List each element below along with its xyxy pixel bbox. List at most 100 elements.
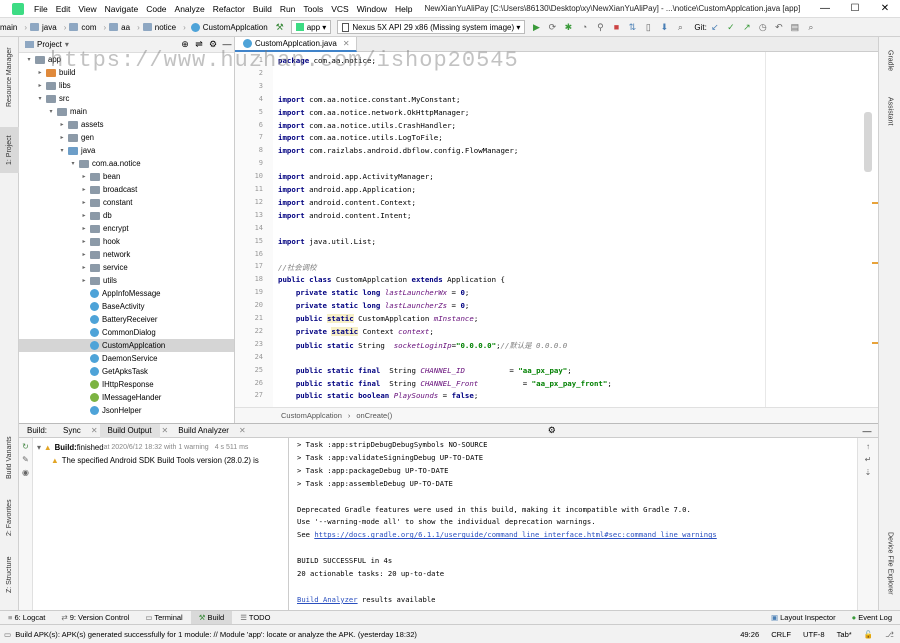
warning-marker[interactable]: [872, 202, 878, 204]
git-branch-icon[interactable]: ⎇: [879, 630, 900, 639]
tree-item[interactable]: ▸ utils: [19, 274, 234, 287]
breadcrumb-class[interactable]: CustomApplcation: [281, 411, 342, 420]
tree-item[interactable]: IHttpResponse: [19, 378, 234, 391]
tab-assistant[interactable]: Assistant: [881, 87, 899, 135]
tree-item[interactable]: ▸ hook: [19, 235, 234, 248]
tab-structure[interactable]: Z: Structure: [0, 549, 19, 601]
tab-project[interactable]: 1: Project: [0, 127, 19, 173]
chevron-down-icon[interactable]: ▾: [25, 56, 33, 63]
avd-manager-icon[interactable]: ▯: [642, 21, 654, 33]
history-icon[interactable]: ◷: [757, 21, 769, 33]
menu-view[interactable]: View: [74, 4, 100, 14]
chevron-right-icon[interactable]: ▸: [80, 238, 88, 245]
chevron-right-icon[interactable]: ▸: [80, 186, 88, 193]
tree-item[interactable]: ▾ src: [19, 92, 234, 105]
tree-item[interactable]: ▸ service: [19, 261, 234, 274]
tab-sync[interactable]: Sync: [55, 424, 89, 438]
tree-item[interactable]: AppInfoMessage: [19, 287, 234, 300]
gear-icon[interactable]: ⚙: [541, 425, 563, 436]
chevron-down-icon[interactable]: ▾: [58, 147, 66, 154]
collapse-all-icon[interactable]: ⇌: [192, 39, 206, 50]
sync-icon[interactable]: ⇅: [626, 21, 638, 33]
tab-favorites[interactable]: 2: Favorites: [0, 493, 19, 543]
menu-analyze[interactable]: Analyze: [171, 4, 209, 14]
chevron-right-icon[interactable]: ▸: [80, 264, 88, 271]
chevron-right-icon[interactable]: ▸: [80, 212, 88, 219]
tab-device-file-explorer[interactable]: Device File Explorer: [881, 523, 899, 603]
tab-terminal[interactable]: ▭ Terminal: [137, 611, 190, 625]
warning-marker[interactable]: [872, 342, 878, 344]
status-message[interactable]: Build APK(s): APK(s) generated successfu…: [15, 630, 417, 639]
tree-item[interactable]: BaseActivity: [19, 300, 234, 313]
tree-item[interactable]: ▸ constant: [19, 196, 234, 209]
tree-item[interactable]: ▸ libs: [19, 79, 234, 92]
nav-crumb-main[interactable]: main: [0, 23, 17, 32]
git-commit-icon[interactable]: ✓: [725, 21, 737, 33]
tree-item[interactable]: ▸ assets: [19, 118, 234, 131]
tab-build-output[interactable]: Build Output: [99, 423, 160, 438]
menu-refactor[interactable]: Refactor: [209, 4, 249, 14]
pin-icon[interactable]: ✎: [19, 455, 32, 464]
tab-event-log[interactable]: ● Event Log: [844, 611, 900, 625]
tree-item[interactable]: ▾ java: [19, 144, 234, 157]
tree-item[interactable]: BatteryReceiver: [19, 313, 234, 326]
tree-item[interactable]: CommonDialog: [19, 326, 234, 339]
chevron-down-icon[interactable]: ▾: [65, 40, 69, 49]
sdk-manager-icon[interactable]: ⬇: [658, 21, 670, 33]
chevron-right-icon[interactable]: ▸: [58, 134, 66, 141]
scroll-end-icon[interactable]: ⇣: [858, 468, 878, 477]
hide-icon[interactable]: —: [220, 39, 234, 50]
nav-crumb-com[interactable]: com: [69, 23, 97, 32]
chevron-down-icon[interactable]: ▾: [47, 108, 55, 115]
tab-logcat[interactable]: ≡ 6: Logcat: [0, 611, 53, 625]
nav-crumb-aa[interactable]: aa: [109, 23, 130, 32]
chevron-right-icon[interactable]: ▸: [80, 277, 88, 284]
tree-item[interactable]: ▸ db: [19, 209, 234, 222]
stop-icon[interactable]: ■: [610, 21, 622, 33]
nav-crumb-notice[interactable]: notice: [142, 23, 176, 32]
project-view-select[interactable]: Project: [37, 40, 62, 49]
menu-navigate[interactable]: Navigate: [101, 4, 143, 14]
tab-resource-manager[interactable]: Resource Manager: [0, 41, 19, 113]
close-icon[interactable]: ✕: [343, 39, 350, 48]
chevron-down-icon[interactable]: ▾: [69, 160, 77, 167]
menu-tools[interactable]: Tools: [299, 4, 327, 14]
chevron-right-icon[interactable]: ▸: [80, 199, 88, 206]
warning-marker[interactable]: [872, 262, 878, 264]
device-select[interactable]: Nexus 5X API 29 x86 (Missing system imag…: [337, 20, 526, 34]
nav-crumb-class[interactable]: CustomApplcation: [189, 22, 268, 32]
hammer-icon[interactable]: ⚒: [274, 21, 286, 33]
tab-version-control[interactable]: ⇄ 9: Version Control: [53, 611, 137, 625]
search-everywhere-icon[interactable]: ⌕: [805, 21, 817, 33]
apply-changes-icon[interactable]: ⟳: [546, 21, 558, 33]
chevron-right-icon[interactable]: ▸: [36, 69, 44, 76]
editor-scrollbar[interactable]: [860, 52, 878, 407]
build-result-row[interactable]: ▾ ▲ Build: finished at 2020/6/12 18:32 w…: [37, 441, 248, 454]
tree-item[interactable]: ▾ com.aa.notice: [19, 157, 234, 170]
run-config-select[interactable]: app ▾: [290, 20, 332, 34]
tree-item[interactable]: DaemonService: [19, 352, 234, 365]
menu-vcs[interactable]: VCS: [327, 4, 352, 14]
profile-icon[interactable]: ◔: [578, 21, 590, 33]
close-button[interactable]: ✕: [870, 0, 900, 17]
tree-item[interactable]: ▸ gen: [19, 131, 234, 144]
eye-icon[interactable]: ◉: [19, 468, 32, 477]
layout-icon[interactable]: ▤: [789, 21, 801, 33]
tab-todo[interactable]: ☰ TODO: [232, 611, 278, 625]
line-separator[interactable]: CRLF: [765, 630, 797, 639]
menu-help[interactable]: Help: [391, 4, 416, 14]
close-icon[interactable]: ✕: [160, 424, 171, 438]
git-push-icon[interactable]: ↗: [741, 21, 753, 33]
tree-item[interactable]: JsonHelper: [19, 404, 234, 417]
revert-icon[interactable]: ↶: [773, 21, 785, 33]
git-update-icon[interactable]: ↙: [709, 21, 721, 33]
close-icon[interactable]: ✕: [89, 424, 100, 438]
hide-icon[interactable]: —: [856, 426, 878, 436]
maximize-button[interactable]: ☐: [840, 0, 870, 17]
gear-icon[interactable]: ⚙: [206, 39, 220, 50]
tree-item[interactable]: ▸ network: [19, 248, 234, 261]
chevron-right-icon[interactable]: ▸: [58, 121, 66, 128]
run-icon[interactable]: ▶: [530, 21, 542, 33]
console-link[interactable]: Build Analyzer: [297, 595, 358, 604]
scroll-up-icon[interactable]: ↑: [858, 442, 878, 451]
